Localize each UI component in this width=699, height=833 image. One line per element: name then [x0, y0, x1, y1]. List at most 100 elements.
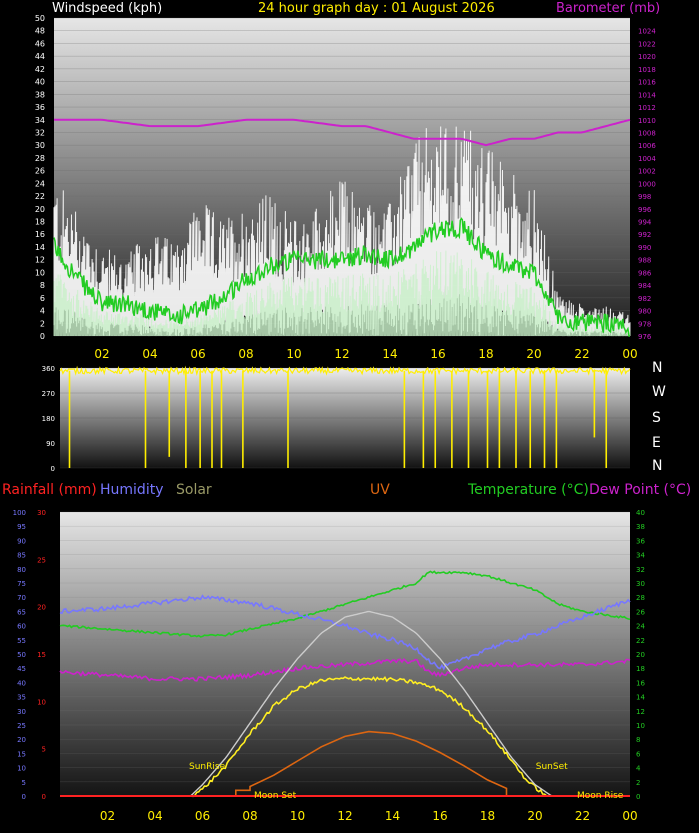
wind-x-tick-label: 16: [430, 347, 445, 361]
barometer-tick-label: 996: [638, 206, 652, 214]
direction-tick-label: 0: [51, 465, 55, 473]
wind-x-tick-label: 04: [142, 347, 157, 361]
humidity-tick-label: 0: [22, 793, 26, 801]
barometer-tick-label: 980: [638, 308, 651, 316]
wind-x-tick-label: 20: [526, 347, 541, 361]
wind-tick-label: 44: [35, 52, 45, 61]
rainfall-tick-label: 5: [42, 746, 46, 754]
wind-tick-label: 8: [40, 281, 45, 290]
barometer-tick-label: 1018: [638, 66, 656, 74]
direction-tick-label: 360: [42, 365, 55, 373]
barometer-tick-label: 994: [638, 219, 652, 227]
barometer-tick-label: 992: [638, 231, 651, 239]
temperature-tick-label: 34: [636, 552, 645, 560]
rainfall-tick-label: 10: [37, 698, 46, 706]
wind-tick-label: 22: [35, 192, 45, 201]
barometer-tick-label: 1002: [638, 168, 656, 176]
barometer-tick-label: 984: [638, 282, 652, 290]
rainfall-tick-label: 0: [42, 793, 46, 801]
wind-tick-label: 46: [35, 39, 45, 48]
barometer-tick-label: 986: [638, 269, 652, 277]
direction-tick-label: 180: [42, 415, 55, 423]
wind-x-tick-label: 22: [574, 347, 589, 361]
weather-charts: 0246810121416182022242628303234363840424…: [13, 14, 657, 823]
temperature-tick-label: 36: [636, 537, 645, 545]
wind-tick-label: 38: [35, 90, 45, 99]
barometer-tick-label: 982: [638, 295, 651, 303]
wind-x-tick-label: 10: [286, 347, 301, 361]
temperature-tick-label: 22: [636, 637, 645, 645]
temperature-tick-label: 6: [636, 750, 641, 758]
wind-tick-label: 16: [35, 230, 45, 239]
humidity-tick-label: 25: [17, 722, 26, 730]
temperature-tick-label: 4: [636, 765, 641, 773]
humidity-tick-label: 60: [17, 623, 26, 631]
barometer-tick-label: 1008: [638, 129, 656, 137]
sensor-x-tick-label: 18: [480, 809, 495, 823]
wind-tick-label: 36: [35, 103, 45, 112]
humidity-tick-label: 95: [17, 523, 26, 531]
rainfall-tick-label: 30: [37, 509, 46, 517]
wind-tick-label: 20: [35, 205, 45, 214]
barometer-tick-label: 1004: [638, 155, 656, 163]
wind-tick-label: 32: [35, 128, 45, 137]
temperature-tick-label: 24: [636, 623, 645, 631]
sensor-x-tick-label: 04: [147, 809, 162, 823]
wind-tick-label: 4: [40, 307, 45, 316]
sensor-x-tick-label: 10: [290, 809, 305, 823]
rainfall-tick-label: 20: [37, 604, 46, 612]
wind-x-tick-label: 08: [238, 347, 253, 361]
barometer-tick-label: 1016: [638, 79, 656, 87]
annotation-label: Moon Set: [254, 791, 297, 801]
wind-tick-label: 12: [35, 256, 45, 265]
wind-x-tick-label: 12: [334, 347, 349, 361]
humidity-tick-label: 100: [13, 509, 26, 517]
wind-x-tick-label: 14: [382, 347, 397, 361]
wind-tick-label: 14: [35, 243, 45, 252]
humidity-tick-label: 10: [17, 765, 26, 773]
annotation-label: SunRise: [189, 762, 226, 772]
wind-tick-label: 40: [35, 78, 45, 87]
humidity-tick-label: 40: [17, 679, 26, 687]
humidity-tick-label: 50: [17, 651, 26, 659]
humidity-tick-label: 90: [17, 537, 26, 545]
barometer-tick-label: 1006: [638, 142, 656, 150]
wind-tick-label: 18: [35, 218, 45, 227]
humidity-tick-label: 65: [17, 608, 26, 616]
temperature-tick-label: 14: [636, 694, 645, 702]
wind-tick-label: 6: [40, 294, 45, 303]
temperature-tick-label: 16: [636, 679, 645, 687]
sensor-x-tick-label: 12: [337, 809, 352, 823]
rainfall-tick-label: 15: [37, 651, 46, 659]
humidity-tick-label: 85: [17, 552, 26, 560]
annotation-label: Moon Rise: [577, 791, 624, 801]
humidity-tick-label: 5: [22, 779, 26, 787]
humidity-tick-label: 30: [17, 708, 26, 716]
wind-tick-label: 50: [35, 14, 45, 23]
temperature-tick-label: 10: [636, 722, 645, 730]
wind-tick-label: 34: [35, 116, 45, 125]
sensor-x-tick-label: 20: [527, 809, 542, 823]
wind-tick-label: 30: [35, 141, 45, 150]
temperature-tick-label: 38: [636, 523, 645, 531]
wind-x-tick-label: 02: [94, 347, 109, 361]
humidity-tick-label: 45: [17, 665, 26, 673]
barometer-tick-label: 1014: [638, 91, 656, 99]
sensor-x-tick-label: 06: [195, 809, 210, 823]
humidity-tick-label: 55: [17, 637, 26, 645]
barometer-tick-label: 1024: [638, 28, 656, 36]
humidity-tick-label: 70: [17, 594, 26, 602]
barometer-tick-label: 1022: [638, 40, 656, 48]
temperature-tick-label: 12: [636, 708, 645, 716]
sensor-x-tick-label: 08: [242, 809, 257, 823]
wind-tick-label: 48: [35, 27, 45, 36]
humidity-tick-label: 75: [17, 580, 26, 588]
barometer-tick-label: 978: [638, 320, 651, 328]
barometer-tick-label: 1012: [638, 104, 656, 112]
humidity-tick-label: 35: [17, 694, 26, 702]
temperature-tick-label: 2: [636, 779, 640, 787]
barometer-tick-label: 990: [638, 244, 651, 252]
temperature-tick-label: 26: [636, 608, 645, 616]
wind-x-tick-label: 00: [622, 347, 637, 361]
temperature-tick-label: 8: [636, 736, 640, 744]
